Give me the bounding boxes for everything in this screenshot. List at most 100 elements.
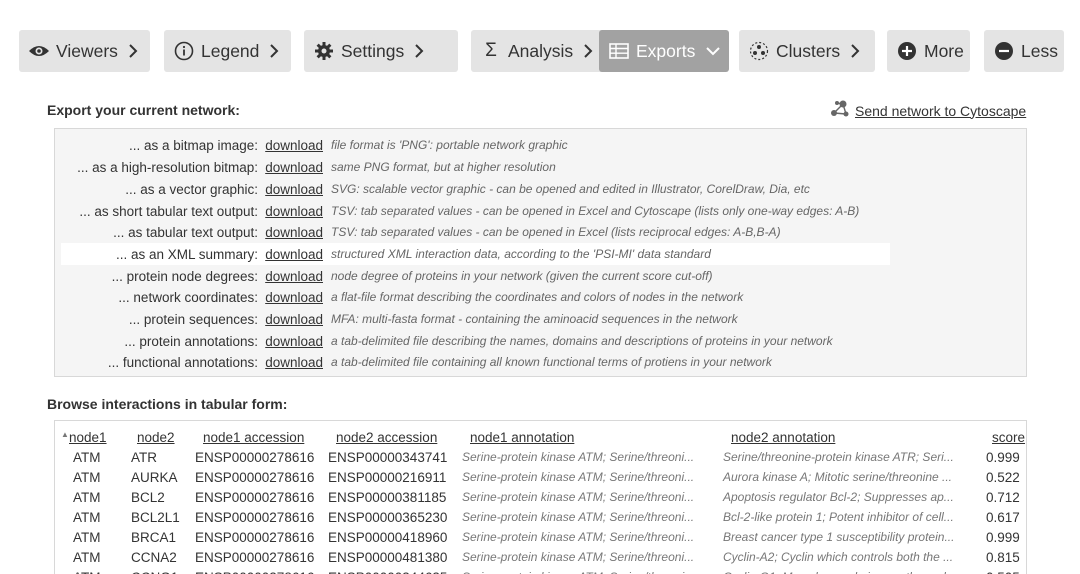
table-row[interactable]: ATM AURKA ENSP00000278616 ENSP00000216911 Se… bbox=[61, 467, 1025, 487]
cell-node2: BCL2L1 bbox=[131, 509, 180, 525]
export-row-tsv: ... as tabular text output: download TSV… bbox=[61, 221, 890, 243]
cell-node1: ATM bbox=[61, 567, 129, 574]
cell-node2-accession: ENSP00000365230 bbox=[328, 509, 448, 525]
download-link[interactable]: download bbox=[258, 355, 323, 370]
clusters-label: Clusters bbox=[776, 40, 841, 61]
cell-node1: ATM bbox=[73, 509, 101, 525]
export-label: ... protein node degrees: bbox=[111, 268, 258, 284]
cell-node1-accession: ENSP00000278616 bbox=[195, 509, 315, 525]
chevron-right-icon bbox=[583, 43, 593, 59]
export-row-node-degrees: ... protein node degrees: download node … bbox=[61, 265, 890, 287]
table-row[interactable]: ATM BCL2L1 ENSP00000278616 ENSP00000365230 S… bbox=[61, 507, 1025, 527]
export-description: a flat-file format describing the coordi… bbox=[331, 290, 744, 304]
cell-node1-annotation: Serine-protein kinase ATM; Serine/threon… bbox=[462, 550, 695, 564]
download-link[interactable]: download bbox=[258, 247, 323, 262]
export-description: TSV: tab separated values - can be opene… bbox=[331, 204, 860, 218]
export-description: SVG: scalable vector graphic - can be op… bbox=[331, 182, 810, 196]
table-row[interactable]: ATM CCNA2 ENSP00000278616 ENSP00000481380 Se… bbox=[61, 547, 1025, 567]
settings-label: Settings bbox=[341, 40, 405, 61]
viewers-button[interactable]: Viewers bbox=[19, 30, 150, 72]
chevron-right-icon bbox=[269, 43, 279, 59]
export-row-vector: ... as a vector graphic: download SVG: s… bbox=[61, 178, 890, 200]
exports-button[interactable]: Exports bbox=[599, 30, 729, 72]
export-description: a tab-delimited file containing all know… bbox=[331, 355, 772, 369]
cell-score: 0.522 bbox=[986, 469, 1020, 485]
settings-button[interactable]: Settings bbox=[304, 30, 458, 72]
clusters-button[interactable]: Clusters bbox=[739, 30, 875, 72]
cell-node1-accession: ENSP00000278616 bbox=[195, 549, 315, 565]
gear-icon bbox=[313, 40, 335, 62]
analysis-button[interactable]: Σ Analysis bbox=[471, 30, 605, 72]
export-row-coordinates: ... network coordinates: download a flat… bbox=[61, 286, 890, 308]
cell-node1-accession: ENSP00000278616 bbox=[195, 529, 315, 545]
cell-node1-annotation: Serine-protein kinase ATM; Serine/threon… bbox=[462, 470, 695, 484]
export-row-protein-annotations: ... protein annotations: download a tab-… bbox=[61, 330, 890, 352]
export-title: Export your current network: bbox=[47, 102, 240, 118]
legend-button[interactable]: Legend bbox=[164, 30, 291, 72]
cell-node2-accession: ENSP00000343741 bbox=[328, 449, 448, 465]
cell-node2-annotation: Apoptosis regulator Bcl-2; Suppresses ap… bbox=[723, 490, 954, 504]
cell-node1-accession: ENSP00000278616 bbox=[195, 489, 315, 505]
download-link[interactable]: download bbox=[258, 138, 323, 153]
cell-node2-accession: ENSP00000381185 bbox=[328, 489, 447, 505]
download-link[interactable]: download bbox=[258, 204, 323, 219]
interactions-table: ▲node1 node2 node1 accession node2 acces… bbox=[61, 427, 1025, 574]
cell-node1: ATM bbox=[73, 469, 101, 485]
table-row[interactable]: ATMCCNG1ENSP00000278616ENSP00000344635Se… bbox=[61, 567, 1025, 574]
download-link[interactable]: download bbox=[258, 269, 323, 284]
table-row[interactable]: ATM BCL2 ENSP00000278616 ENSP00000381185 Ser… bbox=[61, 487, 1025, 507]
plus-circle-icon bbox=[896, 40, 918, 62]
export-row-xml: ... as an XML summary: download structur… bbox=[61, 243, 890, 265]
more-button[interactable]: More bbox=[887, 30, 970, 72]
cell-node1-accession: ENSP00000278616 bbox=[195, 567, 328, 574]
column-header-node2-annotation[interactable]: node2 annotation bbox=[723, 427, 984, 447]
export-label: ... network coordinates: bbox=[118, 289, 258, 305]
chevron-right-icon bbox=[414, 43, 424, 59]
send-to-cytoscape[interactable]: Send network to Cytoscape bbox=[829, 99, 1026, 122]
download-link[interactable]: download bbox=[258, 225, 323, 240]
less-button[interactable]: Less bbox=[984, 30, 1064, 72]
column-header-node1[interactable]: ▲node1 bbox=[61, 427, 129, 447]
cell-node2-accession: ENSP00000344635 bbox=[328, 567, 462, 574]
export-description: node degree of proteins in your network … bbox=[331, 269, 713, 283]
cell-node1-annotation: Serine-protein kinase ATM; Serine/threon… bbox=[462, 567, 723, 574]
export-description: MFA: multi-fasta format - containing the… bbox=[331, 312, 738, 326]
table-row[interactable]: ATM BRCA1 ENSP00000278616 ENSP00000418960 Se… bbox=[61, 527, 1025, 547]
column-header-node1-accession[interactable]: node1 accession bbox=[195, 427, 328, 447]
export-label: ... as short tabular text output: bbox=[79, 203, 258, 219]
cell-node1-annotation: Serine-protein kinase ATM; Serine/threon… bbox=[462, 450, 695, 464]
column-header-node2-accession[interactable]: node2 accession bbox=[328, 427, 462, 447]
cell-node2: AURKA bbox=[131, 469, 178, 485]
export-row-bitmap: ... as a bitmap image: download file for… bbox=[61, 134, 890, 156]
column-header-node2[interactable]: node2 bbox=[129, 427, 195, 447]
chevron-right-icon bbox=[128, 43, 138, 59]
cell-score: 0.999 bbox=[986, 449, 1020, 465]
legend-label: Legend bbox=[201, 40, 260, 61]
column-header-score[interactable]: score bbox=[984, 427, 1025, 447]
more-label: More bbox=[924, 40, 964, 61]
cell-node1-annotation: Serine-protein kinase ATM; Serine/threon… bbox=[462, 490, 695, 504]
info-icon bbox=[173, 40, 195, 62]
table-row[interactable]: ATM ATR ENSP00000278616 ENSP00000343741 Seri… bbox=[61, 447, 1025, 467]
cell-node1: ATM bbox=[73, 489, 101, 505]
cell-node2-annotation: Bcl-2-like protein 1; Potent inhibitor o… bbox=[723, 510, 954, 524]
export-label: ... as a bitmap image: bbox=[128, 137, 258, 153]
download-link[interactable]: download bbox=[258, 182, 323, 197]
eye-icon bbox=[28, 40, 50, 62]
column-header-node1-annotation[interactable]: node1 annotation bbox=[462, 427, 723, 447]
download-link[interactable]: download bbox=[258, 334, 323, 349]
cytoscape-icon bbox=[829, 99, 851, 122]
export-description: TSV: tab separated values - can be opene… bbox=[331, 225, 781, 239]
download-link[interactable]: download bbox=[258, 160, 323, 175]
cell-node2-accession: ENSP00000216911 bbox=[328, 469, 447, 485]
cell-node2-accession: ENSP00000418960 bbox=[328, 529, 448, 545]
cell-score: 0.505 bbox=[984, 567, 1025, 574]
export-label: ... protein sequences: bbox=[128, 311, 258, 327]
cell-node1-annotation: Serine-protein kinase ATM; Serine/threon… bbox=[462, 510, 695, 524]
download-link[interactable]: download bbox=[258, 312, 323, 327]
cytoscape-link[interactable]: Send network to Cytoscape bbox=[855, 103, 1026, 119]
download-link[interactable]: download bbox=[258, 290, 323, 305]
cell-node2: ATR bbox=[131, 449, 157, 465]
chevron-right-icon bbox=[850, 43, 860, 59]
browse-title: Browse interactions in tabular form: bbox=[47, 396, 288, 412]
